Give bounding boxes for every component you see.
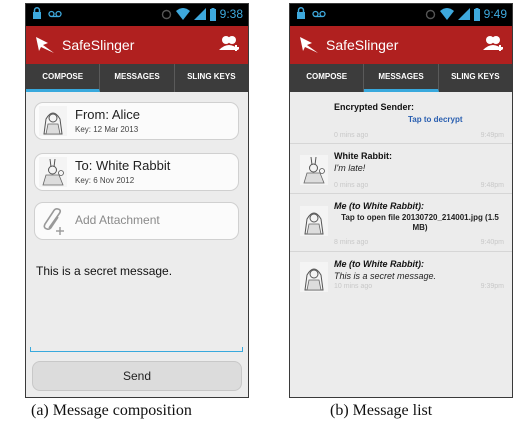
message-age: 0 mins ago xyxy=(334,132,369,139)
wifi-icon xyxy=(175,8,190,20)
caption-b: (b) Message list xyxy=(330,402,433,419)
tab-compose[interactable]: COMPOSE xyxy=(26,64,101,92)
list-item[interactable]: Encrypted Sender: Tap to decrypt 0 mins … xyxy=(290,96,512,144)
voicemail-icon xyxy=(48,10,62,17)
phone-screen-compose: 9:38 SafeSlinger COMPOSE MESSAGES SLING … xyxy=(25,3,249,398)
app-title: SafeSlinger xyxy=(326,37,399,53)
message-age: 8 mins ago xyxy=(334,239,369,246)
message-text: This is a secret message. xyxy=(334,271,437,281)
to-label: To: White Rabbit xyxy=(75,158,171,173)
phone-screen-messages: 9:49 SafeSlinger COMPOSE MESSAGES SLING … xyxy=(289,3,513,398)
from-label: From: Alice xyxy=(75,107,141,122)
alice-avatar xyxy=(300,262,328,292)
lock-icon xyxy=(297,7,305,19)
app-bar: SafeSlinger xyxy=(26,26,248,64)
to-card[interactable]: To: White Rabbit Key: 6 Nov 2012 xyxy=(34,153,239,191)
message-sender: Me (to White Rabbit): xyxy=(334,201,424,211)
alice-avatar xyxy=(300,206,328,236)
message-text: Tap to decrypt xyxy=(408,115,463,124)
app-bar: SafeSlinger xyxy=(290,26,512,64)
to-key-date: Key: 6 Nov 2012 xyxy=(75,176,135,185)
message-text: I'm late! xyxy=(334,163,366,173)
signal-icon xyxy=(193,8,206,20)
add-contact-icon[interactable] xyxy=(218,34,240,54)
message-text: Tap to open file 20130720_214001.jpg (1.… xyxy=(341,213,499,232)
message-time: 9:49pm xyxy=(480,132,504,139)
status-time: 9:49 xyxy=(483,7,507,21)
signal-icon xyxy=(457,8,470,20)
add-contact-icon[interactable] xyxy=(482,34,504,54)
add-attachment-card[interactable]: Add Attachment xyxy=(34,202,239,240)
status-time: 9:38 xyxy=(219,7,243,21)
message-sender: Encrypted Sender: xyxy=(334,102,415,112)
caption-a: (a) Message composition xyxy=(31,402,192,419)
tab-messages[interactable]: MESSAGES xyxy=(100,64,175,92)
message-body-input[interactable]: This is a secret message. xyxy=(36,264,172,278)
sync-icon xyxy=(161,9,171,19)
list-item[interactable]: Me (to White Rabbit): This is a secret m… xyxy=(290,252,512,302)
tab-sling-keys[interactable]: SLING KEYS xyxy=(439,64,512,92)
list-item[interactable]: White Rabbit: I'm late! 0 mins ago 9:48p… xyxy=(290,144,512,194)
send-button[interactable]: Send xyxy=(32,361,242,391)
status-bar: 9:38 xyxy=(26,4,248,26)
add-attachment-label: Add Attachment xyxy=(75,213,160,227)
message-time: 9:39pm xyxy=(480,283,504,290)
battery-icon xyxy=(473,7,480,21)
tab-messages[interactable]: MESSAGES xyxy=(364,64,439,92)
list-item[interactable]: Me (to White Rabbit): Tap to open file 2… xyxy=(290,194,512,252)
message-time: 9:48pm xyxy=(480,182,504,189)
voicemail-icon xyxy=(312,10,326,17)
safeslinger-logo-icon xyxy=(300,37,318,53)
tab-bar: COMPOSE MESSAGES SLING KEYS xyxy=(26,64,248,92)
wifi-icon xyxy=(439,8,454,20)
white-rabbit-avatar xyxy=(39,157,67,187)
tab-bar: COMPOSE MESSAGES SLING KEYS xyxy=(290,64,512,92)
from-key-date: Key: 12 Mar 2013 xyxy=(75,125,139,134)
lock-icon xyxy=(33,7,41,19)
from-card[interactable]: From: Alice Key: 12 Mar 2013 xyxy=(34,102,239,140)
tab-sling-keys[interactable]: SLING KEYS xyxy=(175,64,248,92)
message-age: 0 mins ago xyxy=(334,182,369,189)
safeslinger-logo-icon xyxy=(36,37,54,53)
tab-compose[interactable]: COMPOSE xyxy=(290,64,365,92)
message-input-underline xyxy=(30,347,243,352)
message-age: 10 mins ago xyxy=(334,283,373,290)
battery-icon xyxy=(209,7,216,21)
message-sender: Me (to White Rabbit): xyxy=(334,259,424,269)
app-title: SafeSlinger xyxy=(62,37,135,53)
paperclip-add-icon xyxy=(43,208,64,235)
alice-avatar xyxy=(39,106,67,136)
white-rabbit-avatar xyxy=(300,155,328,185)
message-sender: White Rabbit: xyxy=(334,151,392,161)
sync-icon xyxy=(425,9,435,19)
status-bar: 9:49 xyxy=(290,4,512,26)
message-time: 9:40pm xyxy=(480,239,504,246)
